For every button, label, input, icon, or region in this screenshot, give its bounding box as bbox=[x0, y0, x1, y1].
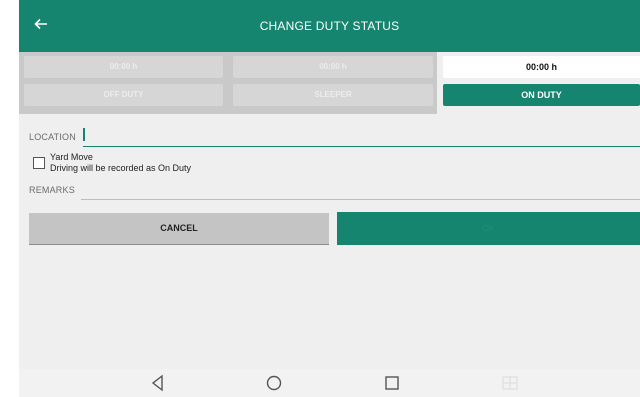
ok-button[interactable]: OK bbox=[337, 212, 640, 245]
off-duty-time[interactable]: 00:00 h bbox=[24, 56, 223, 78]
nav-grid-button[interactable] bbox=[500, 373, 520, 393]
text-cursor bbox=[83, 128, 85, 141]
yard-move-description: Driving will be recorded as On Duty bbox=[50, 163, 192, 173]
location-label: LOCATION bbox=[29, 132, 76, 142]
yard-move-label: Yard Move bbox=[50, 152, 93, 162]
sleeper-button[interactable]: SLEEPER bbox=[233, 84, 433, 106]
nav-home-button[interactable] bbox=[264, 373, 284, 393]
location-input[interactable] bbox=[83, 130, 640, 147]
cancel-button[interactable]: CANCEL bbox=[29, 213, 329, 245]
remarks-input[interactable] bbox=[81, 186, 640, 200]
app-frame: CHANGE DUTY STATUS 00:00 h OFF DUTY 00:0… bbox=[19, 0, 640, 397]
home-circle-icon bbox=[266, 375, 282, 391]
nav-back-button[interactable] bbox=[148, 373, 168, 393]
off-duty-button[interactable]: OFF DUTY bbox=[24, 84, 223, 106]
remarks-label: REMARKS bbox=[29, 185, 75, 195]
yard-move-checkbox[interactable] bbox=[33, 157, 45, 169]
on-duty-button[interactable]: ON DUTY bbox=[443, 84, 640, 106]
recents-square-icon bbox=[385, 376, 399, 390]
app-header: CHANGE DUTY STATUS bbox=[19, 0, 640, 52]
sleeper-time[interactable]: 00:00 h bbox=[233, 56, 433, 78]
on-duty-time[interactable]: 00:00 h bbox=[443, 56, 640, 78]
page-title: CHANGE DUTY STATUS bbox=[259, 19, 400, 33]
back-triangle-icon bbox=[151, 374, 163, 392]
nav-recents-button[interactable] bbox=[382, 373, 402, 393]
grid-icon bbox=[502, 376, 518, 390]
system-nav-bar bbox=[19, 369, 640, 397]
